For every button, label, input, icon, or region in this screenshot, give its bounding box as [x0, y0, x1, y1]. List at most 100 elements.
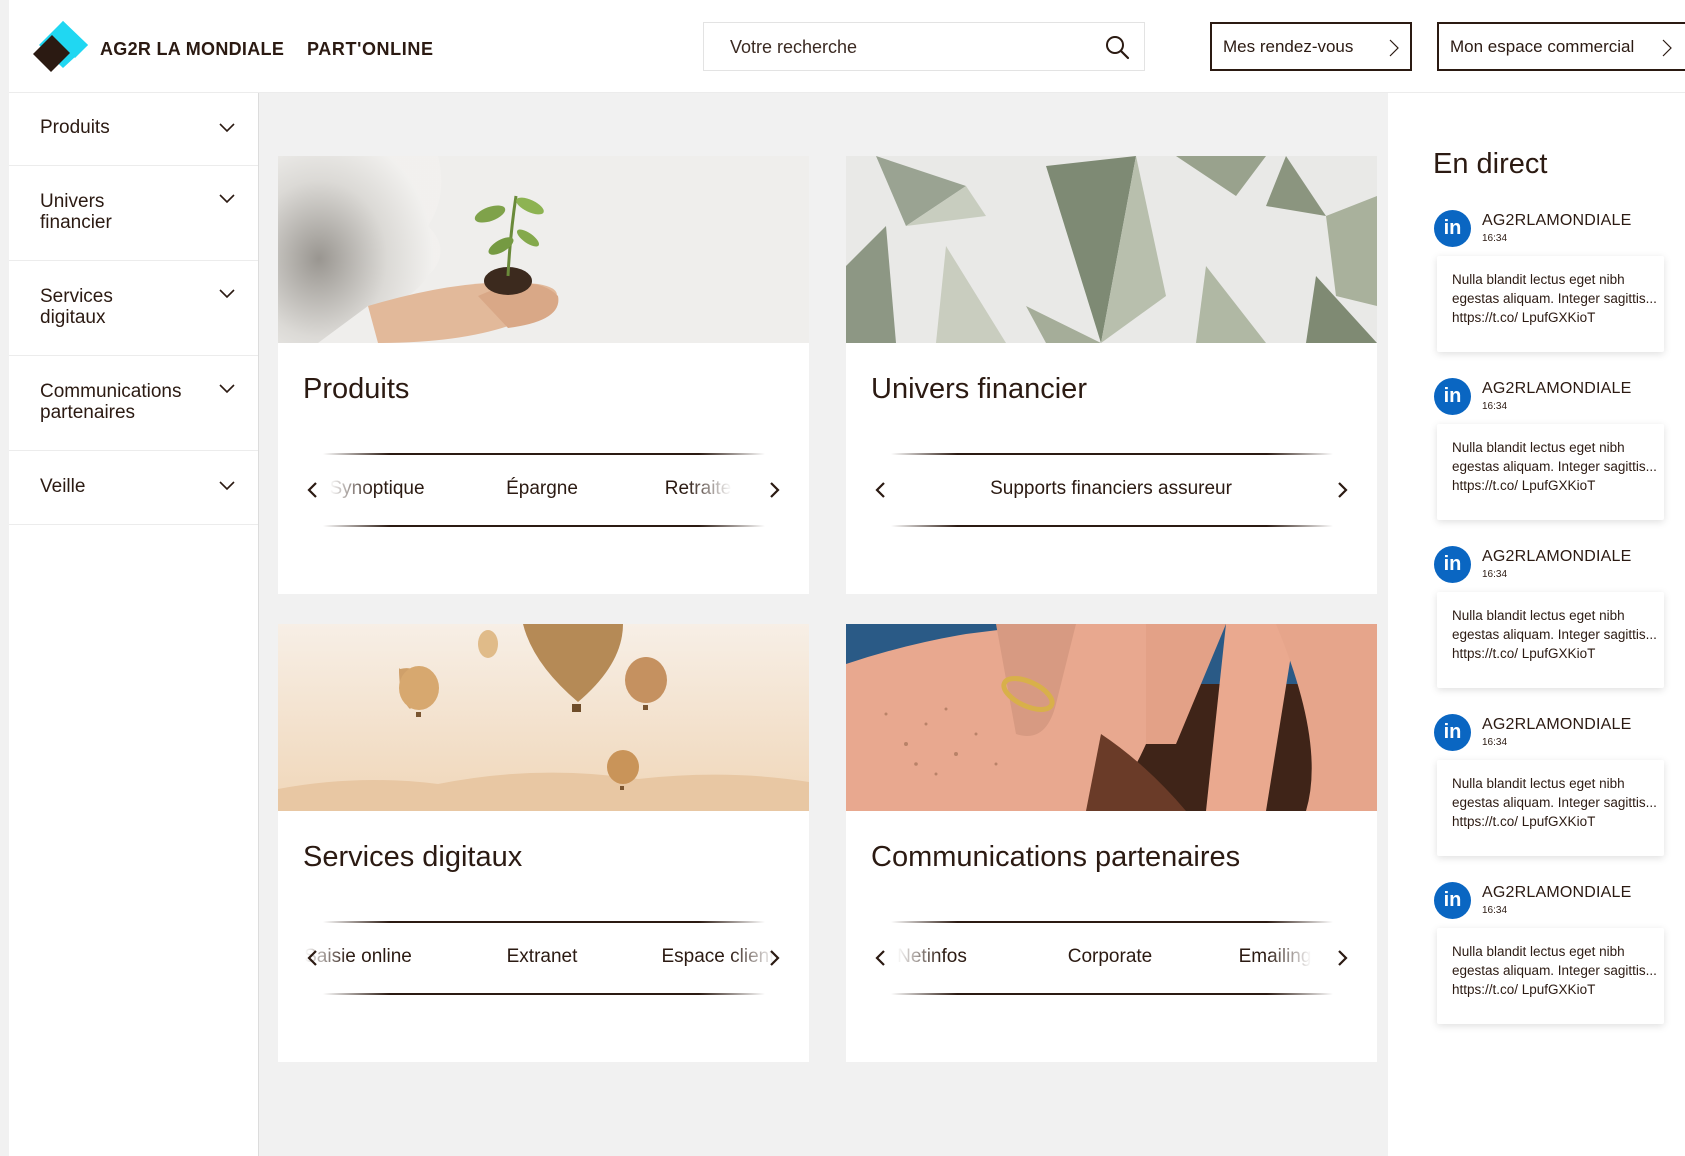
- chevron-down-icon[interactable]: [219, 123, 235, 133]
- sidebar-item-label: Veille: [40, 476, 86, 497]
- sidebar-item-communications-partenaires[interactable]: Communications partenaires: [9, 356, 258, 451]
- chevron-right-icon[interactable]: [769, 481, 781, 499]
- chevron-down-icon[interactable]: [219, 481, 235, 491]
- carousel-item[interactable]: Extranet: [507, 946, 578, 968]
- card-produits: Produits Synoptique Épargne Retraite: [278, 156, 809, 594]
- carousel-item[interactable]: Supports financiers assureur: [990, 478, 1232, 500]
- card-communications-partenaires: Communications partenaires Netinfos Corp…: [846, 624, 1377, 1062]
- sidebar-item-univers-financier[interactable]: Univers financier: [9, 166, 258, 261]
- carousel-item[interactable]: Retraite: [665, 478, 732, 500]
- feed-message-bubble[interactable]: Nulla blandit lectus eget nibh egestas a…: [1437, 928, 1664, 1024]
- feed-post[interactable]: in AG2RLAMONDIALE 16:34 Nulla blandit le…: [1434, 714, 1685, 882]
- product-name[interactable]: PART'ONLINE: [307, 39, 434, 60]
- chevron-right-icon: [1389, 39, 1399, 57]
- feed-text: Nulla blandit lectus eget nibh egestas a…: [1452, 608, 1657, 661]
- sidebar-item-label: Univers financier: [40, 191, 112, 233]
- linkedin-icon[interactable]: in: [1434, 210, 1471, 247]
- card-title[interactable]: Produits: [303, 373, 409, 406]
- sidebar-item-label: Services digitaux: [40, 286, 113, 328]
- carousel-item[interactable]: Espace client: [661, 946, 774, 968]
- feed-text: Nulla blandit lectus eget nibh egestas a…: [1452, 272, 1657, 325]
- feed-time: 16:34: [1482, 233, 1508, 244]
- card-title[interactable]: Services digitaux: [303, 841, 522, 874]
- card-image-hands[interactable]: [846, 624, 1377, 811]
- divider: [891, 453, 1333, 455]
- feed-message-bubble[interactable]: Nulla blandit lectus eget nibh egestas a…: [1437, 256, 1664, 352]
- sidebar-item-veille[interactable]: Veille: [9, 451, 258, 525]
- chevron-right-icon: [1662, 39, 1672, 57]
- feed-text: Nulla blandit lectus eget nibh egestas a…: [1452, 776, 1657, 829]
- feed-time: 16:34: [1482, 737, 1508, 748]
- carousel-item[interactable]: Saisie online: [304, 946, 412, 968]
- top-header: AG2R LA MONDIALE PART'ONLINE Mes rendez-…: [9, 0, 1685, 93]
- chevron-down-icon[interactable]: [219, 289, 235, 299]
- sidebar-item-services-digitaux[interactable]: Services digitaux: [9, 261, 258, 356]
- divider: [323, 921, 765, 923]
- feed-message-bubble[interactable]: Nulla blandit lectus eget nibh egestas a…: [1437, 760, 1664, 856]
- linkedin-icon[interactable]: in: [1434, 714, 1471, 751]
- divider: [891, 525, 1333, 527]
- chevron-left-icon[interactable]: [874, 481, 886, 499]
- feed-post[interactable]: in AG2RLAMONDIALE 16:34 Nulla blandit le…: [1434, 882, 1685, 1050]
- page-left-edge: [0, 0, 9, 1156]
- divider: [323, 993, 765, 995]
- sidebar-item-label: Communications partenaires: [40, 381, 182, 423]
- feed-message-bubble[interactable]: Nulla blandit lectus eget nibh egestas a…: [1437, 424, 1664, 520]
- carousel-item[interactable]: Netinfos: [897, 946, 967, 968]
- linkedin-icon[interactable]: in: [1434, 882, 1471, 919]
- divider: [323, 453, 765, 455]
- card-image-balloons[interactable]: [278, 624, 809, 811]
- chevron-left-icon[interactable]: [306, 481, 318, 499]
- chevron-left-icon[interactable]: [874, 949, 886, 967]
- carousel-item[interactable]: Synoptique: [329, 478, 424, 500]
- card-title[interactable]: Univers financier: [871, 373, 1087, 406]
- chevron-down-icon[interactable]: [219, 194, 235, 204]
- divider: [323, 525, 765, 527]
- search-box: [703, 22, 1145, 72]
- feed-time: 16:34: [1482, 401, 1508, 412]
- chevron-right-icon[interactable]: [1337, 481, 1349, 499]
- feed-author[interactable]: AG2RLAMONDIALE: [1482, 884, 1632, 902]
- feed-text: Nulla blandit lectus eget nibh egestas a…: [1452, 440, 1657, 493]
- appointments-button-label: Mes rendez-vous: [1223, 37, 1354, 56]
- feed-author[interactable]: AG2RLAMONDIALE: [1482, 380, 1632, 398]
- sidebar-item-label: Produits: [40, 117, 110, 138]
- card-services-digitaux: Services digitaux Saisie online Extranet…: [278, 624, 809, 1062]
- chevron-right-icon[interactable]: [769, 949, 781, 967]
- search-input[interactable]: [728, 23, 1092, 72]
- carousel-item[interactable]: Épargne: [506, 478, 578, 500]
- brand-name[interactable]: AG2R LA MONDIALE: [100, 39, 284, 60]
- brand-logo-icon[interactable]: [33, 18, 89, 74]
- chevron-down-icon[interactable]: [219, 384, 235, 394]
- divider: [891, 921, 1333, 923]
- main-content: Produits Synoptique Épargne Retraite Uni…: [259, 93, 1388, 1156]
- card-title[interactable]: Communications partenaires: [871, 841, 1240, 874]
- linkedin-icon[interactable]: in: [1434, 546, 1471, 583]
- card-image-money-origami[interactable]: [846, 156, 1377, 343]
- sidebar-nav: Produits Univers financier Services digi…: [9, 93, 259, 1156]
- feed-message-bubble[interactable]: Nulla blandit lectus eget nibh egestas a…: [1437, 592, 1664, 688]
- feed-time: 16:34: [1482, 905, 1508, 916]
- feed-text: Nulla blandit lectus eget nibh egestas a…: [1452, 944, 1657, 997]
- sidebar-item-produits[interactable]: Produits: [9, 93, 258, 166]
- feed-author[interactable]: AG2RLAMONDIALE: [1482, 548, 1632, 566]
- carousel-item[interactable]: Emailing: [1239, 946, 1312, 968]
- appointments-button[interactable]: Mes rendez-vous: [1210, 22, 1412, 71]
- chevron-right-icon[interactable]: [1337, 949, 1349, 967]
- live-feed-title: En direct: [1433, 148, 1548, 180]
- card-univers-financier: Univers financier Supports financiers as…: [846, 156, 1377, 594]
- linkedin-icon[interactable]: in: [1434, 378, 1471, 415]
- search-icon[interactable]: [1104, 34, 1130, 60]
- feed-post[interactable]: in AG2RLAMONDIALE 16:34 Nulla blandit le…: [1434, 546, 1685, 714]
- commercial-space-button-label: Mon espace commercial: [1450, 37, 1635, 56]
- feed-post[interactable]: in AG2RLAMONDIALE 16:34 Nulla blandit le…: [1434, 378, 1685, 546]
- feed-author[interactable]: AG2RLAMONDIALE: [1482, 716, 1632, 734]
- card-image-plant[interactable]: [278, 156, 809, 343]
- divider: [891, 993, 1333, 995]
- feed-time: 16:34: [1482, 569, 1508, 580]
- feed-author[interactable]: AG2RLAMONDIALE: [1482, 212, 1632, 230]
- carousel-item[interactable]: Corporate: [1068, 946, 1153, 968]
- commercial-space-button[interactable]: Mon espace commercial: [1437, 22, 1685, 71]
- live-feed-panel: En direct in AG2RLAMONDIALE 16:34 Nulla …: [1389, 93, 1685, 1156]
- feed-post[interactable]: in AG2RLAMONDIALE 16:34 Nulla blandit le…: [1434, 210, 1685, 378]
